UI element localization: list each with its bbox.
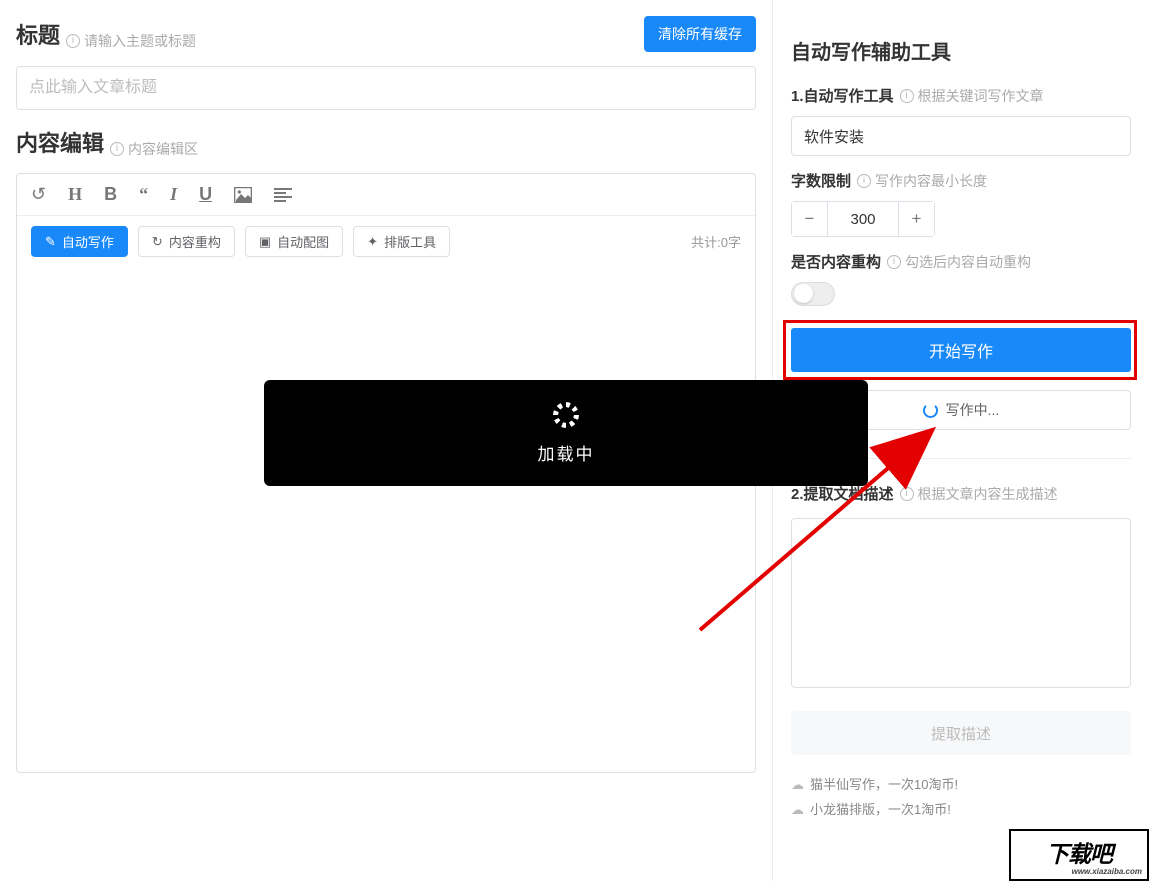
quote-icon[interactable]: “ (139, 184, 148, 205)
content-hint: i 内容编辑区 (110, 139, 198, 159)
auto-image-button[interactable]: ▣ 自动配图 (245, 226, 343, 257)
content-heading: 内容编辑 (16, 126, 104, 158)
sidebar-title: 自动写作辅助工具 (791, 36, 1131, 65)
action-toolbar: ✎ 自动写作 ↻ 内容重构 ▣ 自动配图 ✦ 排版工具 共计:0字 (17, 216, 755, 267)
watermark-logo: 下载吧 www.xiazaiba.com (1009, 829, 1149, 881)
info-icon: i (110, 142, 124, 156)
tool-icon: ✦ (367, 234, 378, 250)
undo-icon[interactable]: ↺ (31, 184, 46, 205)
restructure-label: 是否内容重构 (791, 251, 881, 272)
spinner-icon (553, 402, 579, 428)
description-textarea[interactable] (791, 518, 1131, 688)
clear-cache-button[interactable]: 清除所有缓存 (644, 16, 756, 52)
start-write-button[interactable]: 开始写作 (791, 328, 1131, 372)
bold-icon[interactable]: B (104, 184, 117, 205)
keyword-input[interactable] (791, 116, 1131, 156)
pencil-icon: ✎ (45, 234, 56, 250)
stepper-minus-button[interactable]: − (792, 202, 828, 236)
image-icon[interactable] (234, 187, 252, 203)
title-hint: i 请输入主题或标题 (66, 31, 196, 51)
tips-block: ☁猫半仙写作，一次10淘币! ☁小龙猫排版，一次1淘币! (791, 773, 1131, 822)
align-icon[interactable] (274, 188, 292, 202)
wordlimit-label: 字数限制 (791, 170, 851, 191)
info-icon: i (900, 89, 914, 103)
refresh-icon: ↻ (152, 234, 163, 250)
quantity-stepper: − + (791, 201, 935, 237)
info-icon: i (900, 487, 914, 501)
info-icon: i (66, 34, 80, 48)
cloud-icon: ☁ (791, 802, 804, 817)
loading-spinner-icon (923, 403, 938, 418)
heading-icon[interactable]: H (68, 184, 82, 205)
sec1-label: 1.自动写作工具 (791, 85, 894, 106)
stepper-plus-button[interactable]: + (898, 202, 934, 236)
restructure-button[interactable]: ↻ 内容重构 (138, 226, 235, 257)
format-toolbar: ↺ H B “ I U (17, 174, 755, 216)
article-title-input[interactable] (16, 66, 756, 110)
underline-icon[interactable]: U (199, 184, 212, 205)
cloud-icon: ☁ (791, 777, 804, 792)
title-heading: 标题 (16, 18, 60, 50)
image-small-icon: ▣ (259, 234, 271, 250)
loading-overlay: 加载中 (264, 380, 868, 486)
sec2-label: 2.提取文档描述 (791, 483, 894, 504)
italic-icon[interactable]: I (170, 184, 177, 205)
stepper-value-input[interactable] (828, 202, 898, 236)
word-count: 共计:0字 (691, 232, 741, 251)
layout-tool-button[interactable]: ✦ 排版工具 (353, 226, 450, 257)
info-icon: i (857, 174, 871, 188)
info-icon: i (887, 255, 901, 269)
extract-description-button[interactable]: 提取描述 (791, 711, 1131, 755)
loading-text: 加载中 (538, 440, 595, 465)
restructure-switch[interactable] (791, 282, 835, 306)
auto-write-button[interactable]: ✎ 自动写作 (31, 226, 128, 257)
